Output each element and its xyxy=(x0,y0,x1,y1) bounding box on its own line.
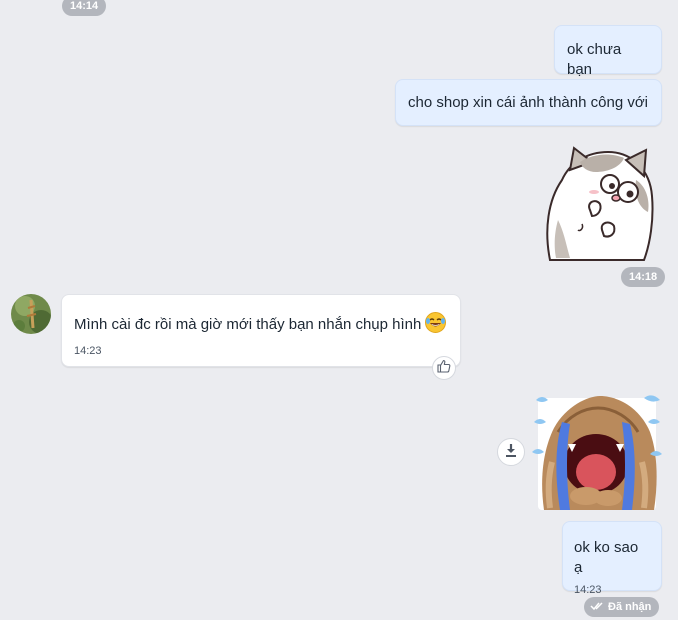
download-icon xyxy=(504,443,518,462)
outgoing-message[interactable]: ok ko sao ạ 14:23 xyxy=(562,521,662,596)
timestamp-pill: 14:14 xyxy=(62,0,107,16)
crying-cat-sticker[interactable] xyxy=(532,392,662,516)
download-button[interactable] xyxy=(497,438,525,466)
outgoing-message[interactable]: ok chưa bạn xyxy=(554,25,662,78)
thumbs-up-icon xyxy=(437,359,451,378)
message-text: cho shop xin cái ảnh thành công với xyxy=(408,94,648,111)
message-time: 14:23 xyxy=(74,345,102,357)
double-check-icon xyxy=(590,601,604,614)
cat-cartoon-sticker[interactable] xyxy=(540,140,658,262)
laughing-tears-emoji xyxy=(425,312,447,339)
message-text: ok chưa bạn xyxy=(567,41,622,78)
like-button[interactable] xyxy=(432,356,456,380)
avatar[interactable] xyxy=(11,294,51,334)
delivery-status-badge: Đã nhận xyxy=(584,597,660,617)
message-text: Mình cài đc rồi mà giờ mới thấy bạn nhắn… xyxy=(74,316,422,333)
message-time: 14:23 xyxy=(574,584,602,596)
incoming-message[interactable]: Mình cài đc rồi mà giờ mới thấy bạn nhắn… xyxy=(61,294,461,367)
outgoing-message[interactable]: cho shop xin cái ảnh thành công với xyxy=(395,79,662,126)
message-text: ok ko sao ạ xyxy=(574,539,639,576)
delivery-status-text: Đã nhận xyxy=(608,601,652,613)
timestamp-pill: 14:18 xyxy=(621,267,666,287)
